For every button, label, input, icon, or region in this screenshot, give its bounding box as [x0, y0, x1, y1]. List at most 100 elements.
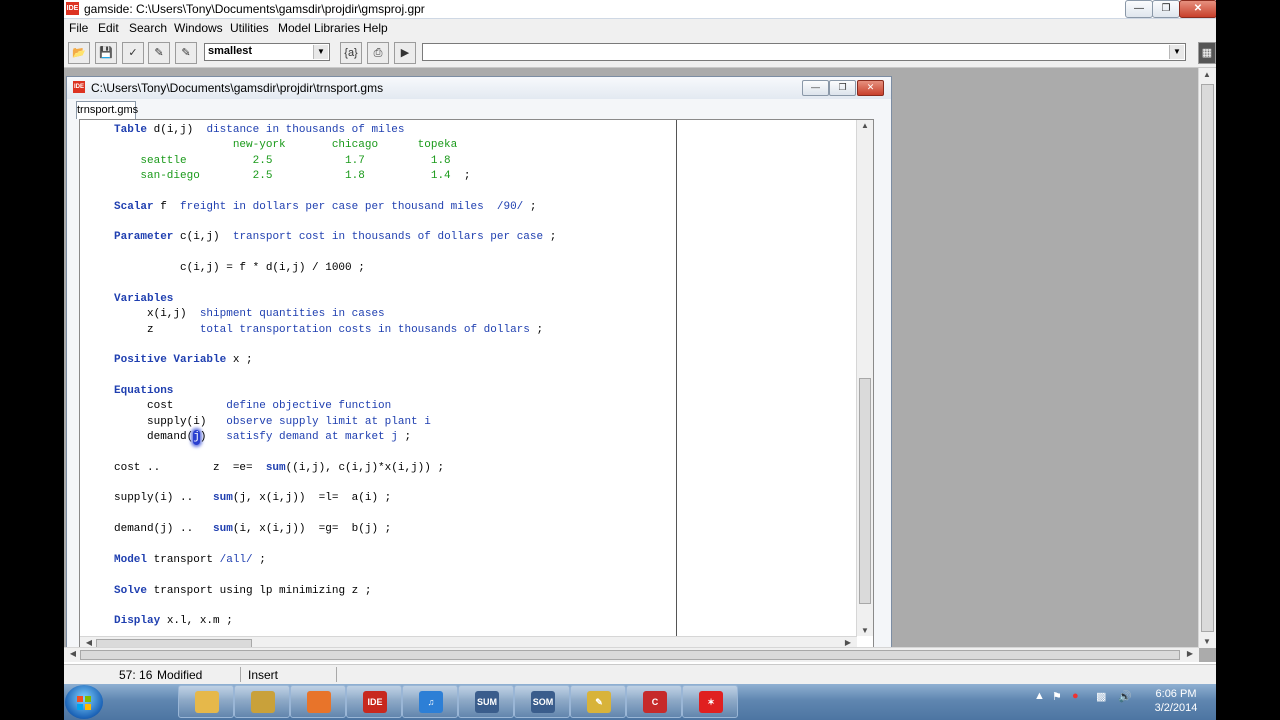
- splat-icon: ✶: [699, 691, 723, 713]
- code-token: define objective function: [226, 400, 392, 413]
- menu-help[interactable]: Help: [363, 21, 388, 35]
- code-token: cost .. z =e=: [114, 461, 266, 474]
- mdi-workspace: IDE C:\Users\Tony\Documents\gamsdir\proj…: [64, 68, 1216, 662]
- code-line: Positive Variable x ;: [114, 353, 253, 368]
- clock[interactable]: 6:06 PM 3/2/2014: [1146, 687, 1206, 715]
- code-line: supply(i) observe supply limit at plant …: [114, 415, 431, 430]
- clock-time: 6:06 PM: [1155, 688, 1197, 700]
- chevron-down-icon[interactable]: ▼: [1169, 45, 1184, 59]
- code-token: Parameter: [114, 231, 174, 244]
- code-line: z total transportation costs in thousand…: [114, 323, 543, 338]
- divider: [336, 667, 337, 682]
- taskbar-app[interactable]: ♫: [402, 685, 458, 718]
- editor-minimize-button[interactable]: —: [802, 80, 829, 96]
- code-token: sum: [265, 461, 286, 474]
- code-line: Parameter c(i,j) transport cost in thous…: [114, 230, 556, 245]
- scroll-left-icon[interactable]: ◀: [82, 638, 96, 647]
- menu-utilities[interactable]: Utilities: [230, 21, 269, 35]
- taskbar-app[interactable]: [178, 685, 234, 718]
- save-icon[interactable]: 💾: [95, 42, 117, 64]
- chevron-down-icon[interactable]: ▼: [313, 45, 328, 59]
- start-button[interactable]: [65, 685, 103, 719]
- close-button[interactable]: ✕: [1179, 0, 1216, 18]
- ide-icon: IDE: [73, 81, 85, 93]
- open-icon[interactable]: 📂: [68, 42, 90, 64]
- window-title: gamside: C:\Users\Tony\Documents\gamsdir…: [84, 2, 425, 16]
- tab-trnsport[interactable]: trnsport.gms: [76, 101, 138, 119]
- editor-vertical-scrollbar[interactable]: ▲ ▼: [856, 120, 873, 636]
- code-line: demand(j) .. sum(i, x(i,j)) =g= b(j) ;: [114, 522, 391, 537]
- minimize-button[interactable]: —: [1125, 0, 1153, 18]
- flag-icon[interactable]: ⚑: [1052, 690, 1062, 703]
- status-bar: 57: 16 Modified Insert: [64, 664, 1216, 685]
- code-token: Equations: [114, 384, 174, 397]
- code-token: supply(i): [114, 415, 227, 428]
- taskbar-app[interactable]: ✎: [570, 685, 626, 718]
- app-icon: IDE: [66, 2, 79, 15]
- menu-model-libraries[interactable]: Model Libraries: [278, 21, 360, 35]
- scroll-thumb[interactable]: [80, 650, 1180, 660]
- code-token: transport: [147, 553, 220, 566]
- code-token: cost: [114, 400, 227, 413]
- compile-options-icon[interactable]: ✎: [175, 42, 197, 64]
- code-line: Display x.l, x.m ;: [114, 614, 233, 629]
- code-line: cost .. z =e= sum((i,j), c(i,j)*x(i,j)) …: [114, 461, 444, 476]
- scroll-right-icon[interactable]: ▶: [841, 638, 855, 647]
- code-token: new-york chicago topeka: [114, 139, 458, 152]
- code-token: supply(i) ..: [114, 492, 214, 505]
- restore-button[interactable]: ❐: [1152, 0, 1180, 18]
- compile-icon[interactable]: ✎: [148, 42, 170, 64]
- taskbar-app[interactable]: [234, 685, 290, 718]
- code-line: new-york chicago topeka: [114, 138, 457, 153]
- code-line: supply(i) .. sum(j, x(i,j)) =l= a(i) ;: [114, 491, 391, 506]
- show-hidden-icons-icon[interactable]: ▲: [1034, 690, 1045, 702]
- run-icon[interactable]: ✓: [122, 42, 144, 64]
- taskbar-app[interactable]: SUM: [458, 685, 514, 718]
- taskbar-app[interactable]: SOM: [514, 685, 570, 718]
- cursor-position: 57: 16: [119, 668, 153, 682]
- command-line-input[interactable]: ▼: [422, 43, 1186, 61]
- network-icon[interactable]: ▩: [1096, 690, 1106, 703]
- menu-windows[interactable]: Windows: [174, 21, 223, 35]
- taskbar-app[interactable]: IDE: [346, 685, 402, 718]
- scroll-thumb[interactable]: [1201, 84, 1214, 632]
- code-line: Scalar f freight in dollars per case per…: [114, 200, 536, 215]
- scroll-left-icon[interactable]: ◀: [66, 649, 80, 658]
- explorer-icon: [195, 691, 219, 713]
- editor-close-button[interactable]: ✕: [857, 80, 884, 96]
- code-editor[interactable]: Table d(i,j) distance in thousands of mi…: [79, 119, 874, 652]
- menu-search[interactable]: Search: [129, 21, 167, 35]
- antivirus-icon[interactable]: ●: [1072, 690, 1079, 702]
- scroll-up-icon[interactable]: ▲: [858, 121, 872, 130]
- scroll-right-icon[interactable]: ▶: [1183, 649, 1197, 658]
- font-size-select[interactable]: smallest ▼: [204, 43, 330, 61]
- workspace-vertical-scrollbar[interactable]: ▲ ▼: [1198, 68, 1216, 648]
- code-token: total transportation costs in thousands …: [199, 323, 530, 336]
- menu-edit[interactable]: Edit: [98, 21, 119, 35]
- volume-icon[interactable]: 🔊: [1118, 690, 1132, 703]
- code-token: transport cost in thousands of dollars p…: [232, 231, 544, 244]
- taskbar-app[interactable]: ✶: [682, 685, 738, 718]
- code-token: (i, x(i,j)) =g= b(j) ;: [232, 523, 392, 536]
- parameter-button[interactable]: {a}: [340, 42, 362, 64]
- scroll-down-icon[interactable]: ▼: [1200, 637, 1214, 646]
- divider: [240, 667, 241, 682]
- taskbar-app[interactable]: [290, 685, 346, 718]
- taskbar-app[interactable]: C: [626, 685, 682, 718]
- scroll-toolbar-icon[interactable]: ▦: [1198, 42, 1216, 64]
- menu-bar: File Edit Search Windows Utilities Model…: [64, 19, 1216, 38]
- menu-file[interactable]: File: [69, 21, 88, 35]
- run-model-icon[interactable]: ▶: [394, 42, 416, 64]
- scroll-thumb[interactable]: [859, 378, 871, 604]
- workspace-horizontal-scrollbar[interactable]: ◀ ▶: [64, 647, 1199, 662]
- code-line: cost define objective function: [114, 399, 391, 414]
- scroll-down-icon[interactable]: ▼: [858, 626, 872, 635]
- scroll-up-icon[interactable]: ▲: [1200, 70, 1214, 79]
- code-token: distance in thousands of miles: [206, 124, 405, 136]
- editor-restore-button[interactable]: ❐: [829, 80, 856, 96]
- code-token: ;: [397, 431, 412, 443]
- code-token: san-diego 2.5 1.8 1.4: [114, 170, 451, 183]
- print-icon[interactable]: ⎙: [367, 42, 389, 64]
- taskbar: IDE ♫ SUM SOM ✎ C ✶ ▲ ⚑ ● ▩ 🔊 6:06 PM 3/2/2014: [64, 684, 1216, 720]
- editor-window: IDE C:\Users\Tony\Documents\gamsdir\proj…: [66, 76, 892, 662]
